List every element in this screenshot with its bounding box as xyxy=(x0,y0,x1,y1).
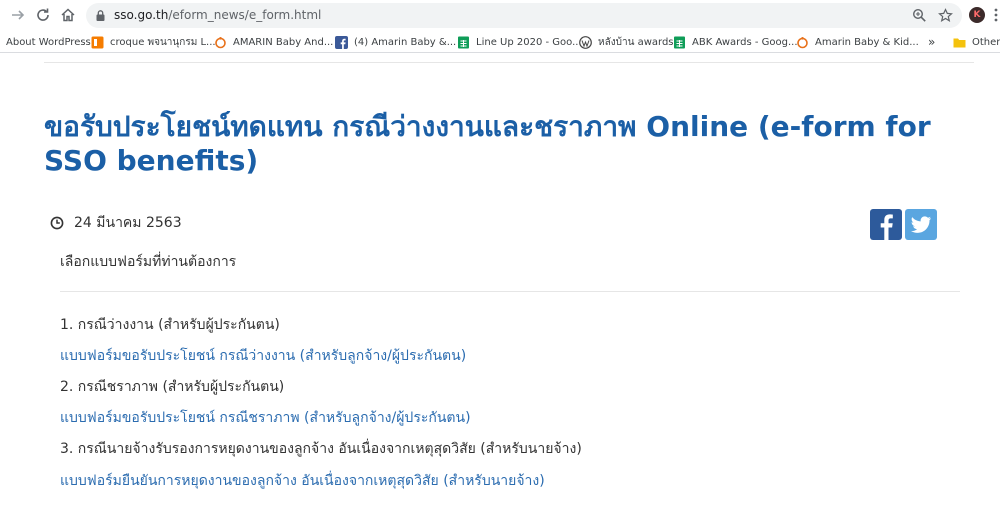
bookmark-item[interactable]: ABK Awards - Goog... xyxy=(673,34,798,50)
post-date: 24 มีนาคม 2563 xyxy=(50,213,182,233)
home-icon xyxy=(61,8,75,22)
more-menu-icon[interactable] xyxy=(992,7,1000,23)
bookmark-star-icon[interactable] xyxy=(938,8,953,23)
item-heading-unemployment: 1. กรณีว่างงาน (สำหรับผู้ประกันตน) xyxy=(60,317,280,333)
zoom-icon[interactable] xyxy=(912,8,927,23)
url-host: sso.go.th xyxy=(114,8,169,22)
lock-icon xyxy=(96,10,105,21)
unemployment-form-link[interactable]: แบบฟอร์มขอรับประโยชน์ กรณีว่างงาน (สำหรั… xyxy=(60,345,466,367)
sheets-icon xyxy=(673,36,686,49)
bookmark-label: Other b xyxy=(972,36,1000,48)
bookmark-label: หลังบ้าน awards xyxy=(598,36,674,48)
dictionary-icon xyxy=(91,36,104,49)
bookmark-label: (4) Amarin Baby &... xyxy=(354,36,457,48)
folder-icon xyxy=(953,36,966,49)
bookmark-item[interactable]: Line Up 2020 - Goo... xyxy=(457,34,582,50)
facebook-icon xyxy=(880,214,893,240)
intro-text: เลือกแบบฟอร์มที่ท่านต้องการ xyxy=(60,254,237,270)
clock-icon xyxy=(50,216,64,230)
bookmark-label: » xyxy=(928,35,936,49)
share-twitter-button[interactable] xyxy=(905,209,937,240)
old-age-form-link[interactable]: แบบฟอร์มขอรับประโยชน์ กรณีชราภาพ (สำหรับ… xyxy=(60,407,471,429)
bookmark-label: Amarin Baby & Kid... xyxy=(815,36,919,48)
bookmark-label: Line Up 2020 - Goo... xyxy=(476,36,582,48)
page-title: ขอรับประโยชน์ทดแทน กรณีว่างงานและชราภาพ … xyxy=(44,110,931,177)
divider xyxy=(44,62,974,63)
facebook-icon xyxy=(335,35,348,49)
home-button[interactable] xyxy=(57,4,79,26)
url-text: sso.go.th/eform_news/e_form.html xyxy=(114,8,321,22)
divider xyxy=(60,291,960,292)
item-heading-employer: 3. กรณีนายจ้างรับรองการหยุดงานของลูกจ้าง… xyxy=(60,441,582,457)
bookmarks-overflow-button[interactable]: » xyxy=(928,34,935,50)
date-text: 24 มีนาคม 2563 xyxy=(74,215,182,231)
reload-button[interactable] xyxy=(32,4,54,26)
browser-toolbar: sso.go.th/eform_news/e_form.html K xyxy=(0,0,1000,31)
back-button[interactable] xyxy=(7,4,29,26)
bookmarks-bar: About WordPress croque พจนานุกรม L... AM… xyxy=(0,31,1000,53)
bookmark-label: About WordPress xyxy=(6,36,91,48)
bookmark-label: AMARIN Baby And... xyxy=(233,36,334,48)
other-bookmarks-folder[interactable]: Other b xyxy=(953,34,1000,50)
bookmark-item[interactable]: (4) Amarin Baby &... xyxy=(335,34,456,50)
bookmark-item[interactable]: AMARIN Baby And... xyxy=(214,34,333,50)
profile-avatar[interactable]: K xyxy=(969,7,985,23)
wordpress-icon xyxy=(579,35,592,49)
arrow-right-icon xyxy=(12,10,25,20)
amarin-icon xyxy=(796,36,809,49)
sheets-icon xyxy=(457,36,470,49)
twitter-icon xyxy=(911,216,931,233)
bookmark-label: croque พจนานุกรม L... xyxy=(110,36,216,48)
bookmark-label: ABK Awards - Goog... xyxy=(692,36,798,48)
employer-form-link[interactable]: แบบฟอร์มยืนยันการหยุดงานของลูกจ้าง อันเน… xyxy=(60,470,545,492)
bookmark-item[interactable]: croque พจนานุกรม L... xyxy=(91,34,216,50)
bookmark-item[interactable]: Amarin Baby & Kid... xyxy=(796,34,919,50)
item-heading-old-age: 2. กรณีชราภาพ (สำหรับผู้ประกันตน) xyxy=(60,379,285,395)
url-path: /eform_news/e_form.html xyxy=(168,8,322,22)
bookmark-item[interactable]: หลังบ้าน awards xyxy=(579,34,674,50)
reload-icon xyxy=(37,8,49,21)
bookmark-item[interactable]: About WordPress xyxy=(6,34,91,50)
amarin-icon xyxy=(214,36,227,49)
share-facebook-button[interactable] xyxy=(870,209,902,240)
address-bar[interactable]: sso.go.th/eform_news/e_form.html xyxy=(86,3,962,28)
